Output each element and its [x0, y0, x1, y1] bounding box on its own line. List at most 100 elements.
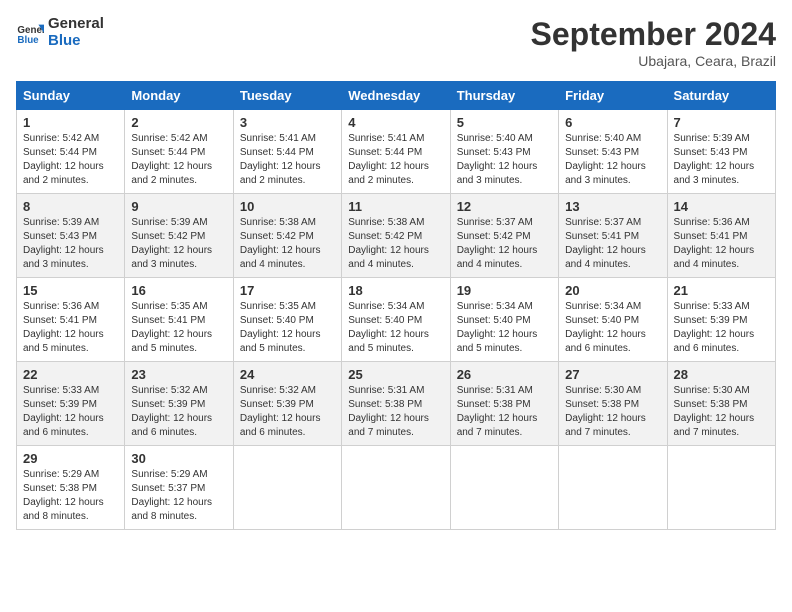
col-header-thursday: Thursday: [450, 82, 558, 110]
calendar-cell: 22 Sunrise: 5:33 AMSunset: 5:39 PMDayligh…: [17, 362, 125, 446]
day-number: 27: [565, 367, 660, 382]
calendar-cell: 4 Sunrise: 5:41 AMSunset: 5:44 PMDaylight…: [342, 110, 450, 194]
calendar-cell: 13 Sunrise: 5:37 AMSunset: 5:41 PMDayligh…: [559, 194, 667, 278]
col-header-friday: Friday: [559, 82, 667, 110]
calendar-cell: 8Sunrise: 5:39 AMSunset: 5:43 PMDaylight…: [17, 194, 125, 278]
day-info: Sunrise: 5:37 AMSunset: 5:41 PMDaylight:…: [565, 216, 660, 272]
day-number: 7: [674, 115, 769, 130]
calendar-cell: [233, 446, 341, 530]
day-number: 25: [348, 367, 443, 382]
calendar-cell: 27 Sunrise: 5:30 AMSunset: 5:38 PMDayligh…: [559, 362, 667, 446]
day-number: 21: [674, 283, 769, 298]
day-info: Sunrise: 5:35 AMSunset: 5:41 PMDaylight:…: [131, 300, 226, 356]
col-header-wednesday: Wednesday: [342, 82, 450, 110]
day-info: Sunrise: 5:40 AMSunset: 5:43 PMDaylight:…: [565, 132, 660, 188]
calendar-cell: 17Sunrise: 5:35 AMSunset: 5:40 PMDayligh…: [233, 278, 341, 362]
calendar-cell: 29Sunrise: 5:29 AMSunset: 5:38 PMDayligh…: [17, 446, 125, 530]
calendar-cell: 23 Sunrise: 5:32 AMSunset: 5:39 PMDayligh…: [125, 362, 233, 446]
calendar-header-row: SundayMondayTuesdayWednesdayThursdayFrid…: [17, 82, 776, 110]
day-info: Sunrise: 5:31 AMSunset: 5:38 PMDaylight:…: [348, 384, 443, 440]
day-info: Sunrise: 5:34 AMSunset: 5:40 PMDaylight:…: [565, 300, 660, 356]
day-info: Sunrise: 5:41 AMSunset: 5:44 PMDaylight:…: [348, 132, 443, 188]
day-number: 5: [457, 115, 552, 130]
day-number: 14: [674, 199, 769, 214]
calendar-cell: [342, 446, 450, 530]
day-info: Sunrise: 5:29 AMSunset: 5:37 PMDaylight:…: [131, 468, 226, 524]
day-info: Sunrise: 5:32 AMSunset: 5:39 PMDaylight:…: [240, 384, 335, 440]
calendar-cell: 19 Sunrise: 5:34 AMSunset: 5:40 PMDayligh…: [450, 278, 558, 362]
day-number: 23: [131, 367, 226, 382]
day-number: 16: [131, 283, 226, 298]
calendar-cell: 15 Sunrise: 5:36 AMSunset: 5:41 PMDayligh…: [17, 278, 125, 362]
logo-icon: General Blue: [16, 19, 44, 47]
day-info: Sunrise: 5:30 AMSunset: 5:38 PMDaylight:…: [565, 384, 660, 440]
day-info: Sunrise: 5:36 AMSunset: 5:41 PMDaylight:…: [674, 216, 769, 272]
day-info: Sunrise: 5:42 AMSunset: 5:44 PMDaylight:…: [23, 132, 118, 188]
day-info: Sunrise: 5:39 AMSunset: 5:42 PMDaylight:…: [131, 216, 226, 272]
calendar-cell: 5Sunrise: 5:40 AMSunset: 5:43 PMDaylight…: [450, 110, 558, 194]
svg-text:Blue: Blue: [17, 34, 39, 45]
day-number: 9: [131, 199, 226, 214]
calendar-week-1: 1 Sunrise: 5:42 AMSunset: 5:44 PMDaylight…: [17, 110, 776, 194]
day-info: Sunrise: 5:33 AMSunset: 5:39 PMDaylight:…: [23, 384, 118, 440]
calendar-cell: 10 Sunrise: 5:38 AMSunset: 5:42 PMDayligh…: [233, 194, 341, 278]
day-number: 19: [457, 283, 552, 298]
calendar-cell: 6 Sunrise: 5:40 AMSunset: 5:43 PMDaylight…: [559, 110, 667, 194]
col-header-monday: Monday: [125, 82, 233, 110]
day-info: Sunrise: 5:39 AMSunset: 5:43 PMDaylight:…: [23, 216, 118, 272]
day-number: 20: [565, 283, 660, 298]
calendar-cell: 21Sunrise: 5:33 AMSunset: 5:39 PMDayligh…: [667, 278, 775, 362]
day-number: 13: [565, 199, 660, 214]
calendar-cell: 7 Sunrise: 5:39 AMSunset: 5:43 PMDaylight…: [667, 110, 775, 194]
day-number: 15: [23, 283, 118, 298]
logo-line1: General: [48, 16, 104, 33]
calendar-cell: 16 Sunrise: 5:35 AMSunset: 5:41 PMDayligh…: [125, 278, 233, 362]
calendar-week-5: 29Sunrise: 5:29 AMSunset: 5:38 PMDayligh…: [17, 446, 776, 530]
day-number: 28: [674, 367, 769, 382]
day-info: Sunrise: 5:32 AMSunset: 5:39 PMDaylight:…: [131, 384, 226, 440]
day-number: 17: [240, 283, 335, 298]
day-info: Sunrise: 5:29 AMSunset: 5:38 PMDaylight:…: [23, 468, 118, 524]
calendar-table: SundayMondayTuesdayWednesdayThursdayFrid…: [16, 81, 776, 530]
logo: General Blue General Blue: [16, 16, 104, 49]
day-info: Sunrise: 5:30 AMSunset: 5:38 PMDaylight:…: [674, 384, 769, 440]
calendar-cell: 11 Sunrise: 5:38 AMSunset: 5:42 PMDayligh…: [342, 194, 450, 278]
calendar-week-3: 15 Sunrise: 5:36 AMSunset: 5:41 PMDayligh…: [17, 278, 776, 362]
day-number: 12: [457, 199, 552, 214]
day-info: Sunrise: 5:34 AMSunset: 5:40 PMDaylight:…: [348, 300, 443, 356]
day-number: 4: [348, 115, 443, 130]
day-number: 18: [348, 283, 443, 298]
day-number: 6: [565, 115, 660, 130]
calendar-cell: [450, 446, 558, 530]
day-number: 22: [23, 367, 118, 382]
calendar-cell: 14 Sunrise: 5:36 AMSunset: 5:41 PMDayligh…: [667, 194, 775, 278]
calendar-cell: 25 Sunrise: 5:31 AMSunset: 5:38 PMDayligh…: [342, 362, 450, 446]
calendar-cell: 28 Sunrise: 5:30 AMSunset: 5:38 PMDayligh…: [667, 362, 775, 446]
calendar-week-2: 8Sunrise: 5:39 AMSunset: 5:43 PMDaylight…: [17, 194, 776, 278]
calendar-cell: 26Sunrise: 5:31 AMSunset: 5:38 PMDayligh…: [450, 362, 558, 446]
day-info: Sunrise: 5:38 AMSunset: 5:42 PMDaylight:…: [240, 216, 335, 272]
calendar-cell: 24Sunrise: 5:32 AMSunset: 5:39 PMDayligh…: [233, 362, 341, 446]
calendar-cell: [559, 446, 667, 530]
logo-line2: Blue: [48, 33, 104, 50]
calendar-cell: 2 Sunrise: 5:42 AMSunset: 5:44 PMDaylight…: [125, 110, 233, 194]
day-info: Sunrise: 5:36 AMSunset: 5:41 PMDaylight:…: [23, 300, 118, 356]
col-header-saturday: Saturday: [667, 82, 775, 110]
calendar-cell: [667, 446, 775, 530]
day-info: Sunrise: 5:37 AMSunset: 5:42 PMDaylight:…: [457, 216, 552, 272]
day-number: 11: [348, 199, 443, 214]
month-title: September 2024: [531, 16, 776, 53]
calendar-cell: 20 Sunrise: 5:34 AMSunset: 5:40 PMDayligh…: [559, 278, 667, 362]
title-block: September 2024 Ubajara, Ceara, Brazil: [531, 16, 776, 69]
day-info: Sunrise: 5:42 AMSunset: 5:44 PMDaylight:…: [131, 132, 226, 188]
day-info: Sunrise: 5:39 AMSunset: 5:43 PMDaylight:…: [674, 132, 769, 188]
calendar-cell: 1 Sunrise: 5:42 AMSunset: 5:44 PMDaylight…: [17, 110, 125, 194]
calendar-cell: 3Sunrise: 5:41 AMSunset: 5:44 PMDaylight…: [233, 110, 341, 194]
col-header-tuesday: Tuesday: [233, 82, 341, 110]
day-number: 1: [23, 115, 118, 130]
day-number: 2: [131, 115, 226, 130]
day-info: Sunrise: 5:38 AMSunset: 5:42 PMDaylight:…: [348, 216, 443, 272]
day-info: Sunrise: 5:34 AMSunset: 5:40 PMDaylight:…: [457, 300, 552, 356]
day-number: 26: [457, 367, 552, 382]
day-number: 10: [240, 199, 335, 214]
